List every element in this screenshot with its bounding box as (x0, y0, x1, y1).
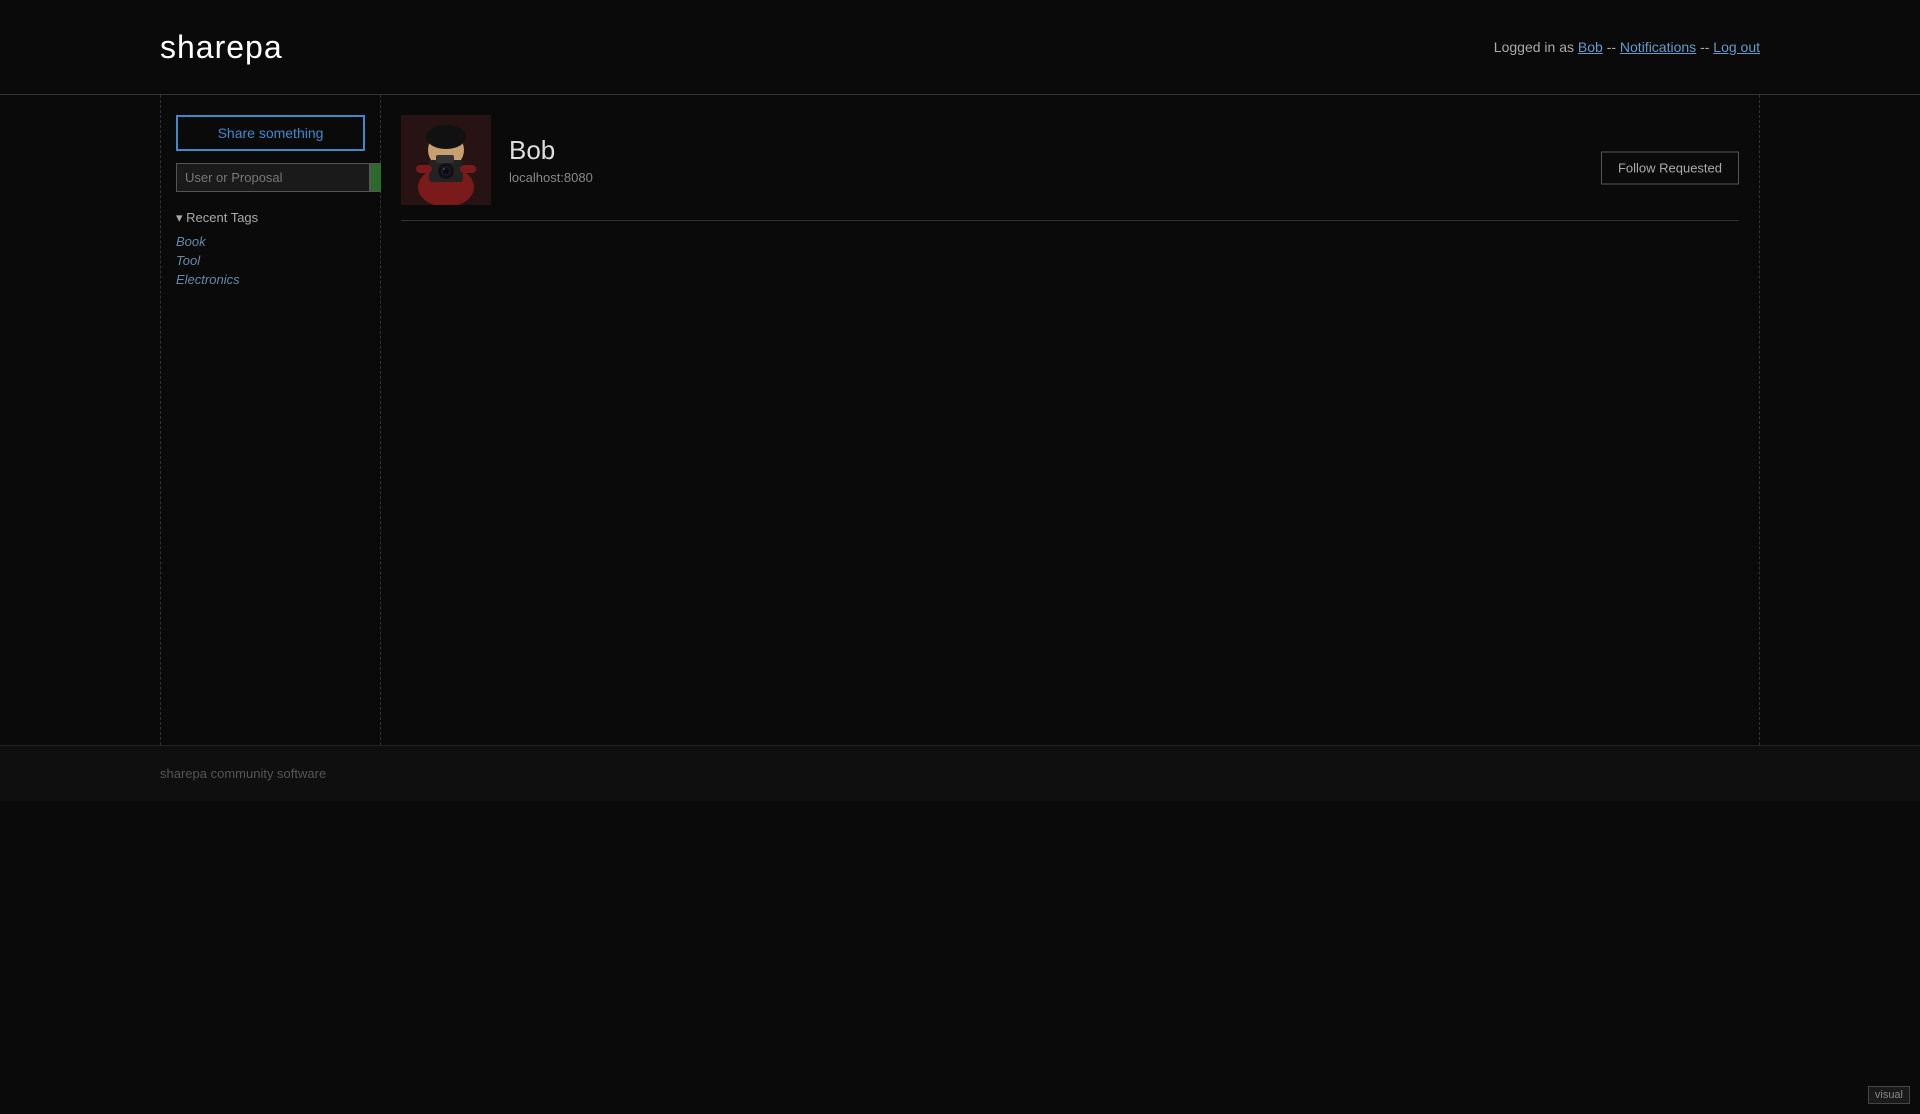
header-nav: Logged in as Bob -- Notifications -- Log… (1494, 39, 1760, 55)
sidebar: Share something Search ▾ Recent Tags Boo… (161, 95, 381, 745)
tag-tool[interactable]: Tool (176, 253, 365, 268)
footer: sharepa community software (0, 745, 1920, 801)
logged-in-user-link[interactable]: Bob (1578, 39, 1603, 55)
avatar (401, 115, 491, 205)
header: sharepa Logged in as Bob -- Notification… (0, 0, 1920, 95)
profile-info: Bob localhost:8080 (509, 135, 1739, 185)
search-input[interactable] (176, 163, 370, 192)
separator-1: -- (1607, 39, 1616, 55)
tag-electronics[interactable]: Electronics (176, 272, 365, 287)
search-row: Search (176, 163, 365, 192)
footer-text: sharepa community software (160, 766, 326, 781)
notifications-link[interactable]: Notifications (1620, 39, 1696, 55)
profile-name: Bob (509, 135, 1739, 166)
logged-in-prefix: Logged in as (1494, 39, 1574, 55)
separator-2: -- (1700, 39, 1709, 55)
share-something-button[interactable]: Share something (176, 115, 365, 151)
recent-tags-title: ▾ Recent Tags (176, 210, 365, 226)
content-area: Bob localhost:8080 Follow Requested (381, 95, 1759, 745)
recent-tags-section: ▾ Recent Tags Book Tool Electronics (176, 210, 365, 287)
avatar-image (401, 115, 491, 205)
main-container: Share something Search ▾ Recent Tags Boo… (160, 95, 1760, 745)
profile-section: Bob localhost:8080 Follow Requested (401, 115, 1739, 221)
logout-link[interactable]: Log out (1713, 39, 1760, 55)
app-logo: sharepa (160, 29, 283, 66)
follow-requested-button[interactable]: Follow Requested (1601, 151, 1739, 184)
tag-book[interactable]: Book (176, 234, 365, 249)
profile-url: localhost:8080 (509, 170, 1739, 185)
visual-badge: visual (1868, 1086, 1910, 1104)
